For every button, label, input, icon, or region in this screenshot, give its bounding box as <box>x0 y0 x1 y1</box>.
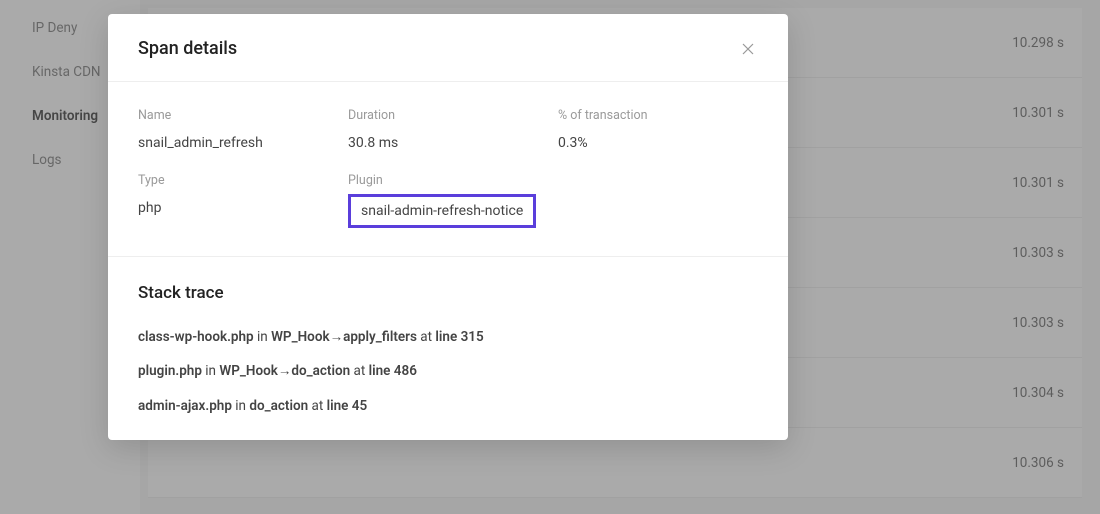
field-duration: Duration 30.8 ms <box>348 108 558 151</box>
field-label: % of transaction <box>558 108 758 123</box>
trace-func: WP_Hook→do_action <box>219 363 350 379</box>
field-value: 30.8 ms <box>348 135 558 151</box>
trace-line: plugin.php in WP_Hook→do_action at line … <box>138 361 758 381</box>
stack-trace-title: Stack trace <box>138 283 758 303</box>
field-label: Duration <box>348 108 558 123</box>
trace-lineno: line 486 <box>369 363 417 379</box>
trace-at: at <box>417 329 435 345</box>
trace-in: in <box>202 363 219 379</box>
trace-file: admin-ajax.php <box>138 398 232 414</box>
field-grid: Name snail_admin_refresh Duration 30.8 m… <box>138 108 758 228</box>
field-label: Type <box>138 173 348 188</box>
close-icon <box>741 42 755 56</box>
trace-line: class-wp-hook.php in WP_Hook→apply_filte… <box>138 327 758 347</box>
modal-title: Span details <box>138 38 237 59</box>
plugin-highlight: snail-admin-refresh-notice <box>348 194 536 228</box>
span-details-modal: Span details Name snail_admin_refresh Du… <box>108 14 788 440</box>
trace-line: admin-ajax.php in do_action at line 45 <box>138 396 758 416</box>
close-button[interactable] <box>738 39 758 59</box>
field-label: Name <box>138 108 348 123</box>
stack-trace-section: Stack trace class-wp-hook.php in WP_Hook… <box>108 257 788 440</box>
field-label: Plugin <box>348 173 558 188</box>
field-value: snail_admin_refresh <box>138 135 348 151</box>
modal-body: Name snail_admin_refresh Duration 30.8 m… <box>108 82 788 256</box>
field-value: php <box>138 200 348 216</box>
field-name: Name snail_admin_refresh <box>138 108 348 151</box>
trace-func: WP_Hook→apply_filters <box>271 329 417 345</box>
field-value: 0.3% <box>558 135 758 151</box>
trace-at: at <box>308 398 326 414</box>
field-type: Type php <box>138 173 348 228</box>
field-plugin: Plugin snail-admin-refresh-notice <box>348 173 558 228</box>
trace-file: class-wp-hook.php <box>138 329 254 345</box>
trace-lineno: line 45 <box>327 398 368 414</box>
trace-file: plugin.php <box>138 363 202 379</box>
trace-lineno: line 315 <box>435 329 483 345</box>
trace-in: in <box>254 329 271 345</box>
field-percent: % of transaction 0.3% <box>558 108 758 151</box>
modal-header: Span details <box>108 14 788 82</box>
trace-func: do_action <box>249 398 308 414</box>
trace-in: in <box>232 398 249 414</box>
modal-overlay: Span details Name snail_admin_refresh Du… <box>0 0 1100 514</box>
trace-at: at <box>350 363 368 379</box>
